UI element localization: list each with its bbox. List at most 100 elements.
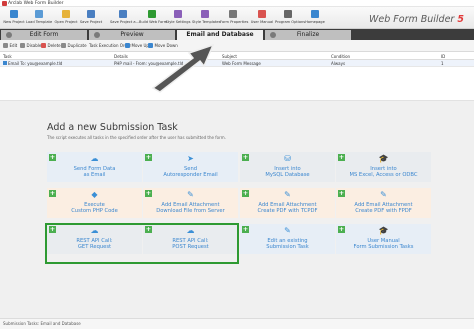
app-logo-icon [2, 1, 7, 6]
open-project-icon [62, 10, 70, 18]
add-plus-icon: + [338, 189, 345, 197]
build-icon [148, 10, 156, 18]
title-bar: Arclab Web Form Builder [0, 0, 474, 7]
card-label: Insert into MySQL Database [242, 166, 333, 178]
save-project-as-button[interactable]: Save Project a... [110, 8, 139, 28]
card-label-line2: MySQL Database [265, 172, 310, 178]
pencil-icon: ✎ [284, 226, 291, 235]
cell-details: PHP mail - From: you@example.tld [114, 61, 184, 66]
card-label: Send Form Data as Email [49, 166, 140, 178]
graduation-cap-icon: 🎓 [378, 154, 389, 163]
edit-task-button[interactable]: Edit [3, 42, 17, 50]
column-details[interactable]: Details [114, 53, 214, 60]
status-bar: Submission Tasks: Email and Database [0, 318, 474, 329]
save-project-button[interactable]: Save Project [78, 8, 104, 28]
duplicate-task-button[interactable]: Duplicate [61, 42, 87, 50]
card-label-line2: MS Excel, Access or ODBC [349, 172, 418, 178]
submission-card-send-autoresponder-email[interactable]: + ➤ Send Autoresponder Email [143, 152, 238, 182]
column-task[interactable]: Task [3, 53, 103, 60]
card-label: Add Email Attachment Create PDF with FPDF [338, 202, 429, 214]
task-toolbar: Edit Disable Delete Duplicate Task Execu… [0, 40, 474, 52]
user-manual-button[interactable]: User Manual [249, 8, 275, 28]
brand-logo: Web Form Builder 5 [369, 14, 464, 25]
homepage-button[interactable]: Homepage [302, 8, 328, 28]
save-as-icon [119, 10, 127, 18]
cell-task: Email To: you@example.tld [3, 60, 111, 67]
add-plus-icon: + [145, 189, 152, 197]
graduation-cap-icon: 🎓 [378, 226, 389, 235]
card-label: Insert into MS Excel, Access or ODBC [338, 166, 429, 178]
load-template-button[interactable]: Load Template [26, 8, 52, 28]
style-templates-button[interactable]: Style Templates [192, 8, 220, 28]
move-down-button[interactable]: Move Down [148, 42, 178, 50]
build-web-form-button[interactable]: Build Web Form [139, 8, 167, 28]
cell-subject: Web Form Message [222, 61, 261, 66]
card-label: Send Autoresponder Email [145, 166, 236, 178]
database-icon: ⛁ [284, 154, 291, 163]
program-options-button[interactable]: Program Options [275, 8, 305, 28]
submission-card-insert-into-mysql-database[interactable]: + ⛁ Insert into MySQL Database [240, 152, 335, 182]
card-label: Execute Custom PHP Code [49, 202, 140, 214]
duplicate-icon [61, 42, 66, 48]
window-title: Arclab Web Form Builder [8, 1, 64, 6]
email-icon: ☁ [90, 154, 99, 163]
arrow-up-icon [125, 42, 130, 48]
card-label-line2: Create PDF with FPDF [355, 208, 412, 214]
submission-card-user-manual-form-submission-tasks[interactable]: + 🎓 User Manual Form Submission Tasks [336, 224, 431, 254]
submission-card-add-email-attachment-download-file-from-server[interactable]: + ✎ Add Email Attachment Download File from… [143, 188, 238, 218]
submission-card-add-email-attachment-create-pdf-with-tcpdf[interactable]: + ✎ Add Email Attachment Create PDF with TC… [240, 188, 335, 218]
preview-tab-icon [94, 32, 100, 38]
homepage-icon [311, 10, 319, 18]
delete-icon [41, 42, 46, 48]
new-project-icon [10, 10, 18, 18]
arrow-down-icon [148, 42, 153, 48]
add-plus-icon: + [49, 189, 56, 197]
disable-icon [20, 42, 25, 48]
submission-card-insert-into-ms-excel-access-or-odbc[interactable]: + 🎓 Insert into MS Excel, Access or ODBC [336, 152, 431, 182]
form-properties-button[interactable]: Form Properties [220, 8, 248, 28]
card-label-line2: Submission Task [266, 244, 309, 250]
move-up-button[interactable]: Move Up [125, 42, 149, 50]
paperclip-icon: ✎ [187, 190, 194, 199]
code-icon: ◆ [91, 190, 98, 199]
card-label-line2: Autoresponder Email [163, 172, 218, 178]
rest-api-highlight [45, 223, 239, 264]
tab-preview[interactable]: Preview [89, 30, 175, 40]
tab-edit-form[interactable]: Edit Form [1, 30, 87, 40]
open-project-button[interactable]: Open Project [53, 8, 79, 28]
submission-card-send-form-data-as-email[interactable]: + ☁ Send Form Data as Email [47, 152, 142, 182]
edit-icon [3, 42, 8, 48]
card-label-line2: Form Submission Tasks [353, 244, 414, 250]
tab-email-and-database[interactable]: Email and Database [177, 30, 263, 40]
submission-card-execute-custom-php-code[interactable]: + ◆ Execute Custom PHP Code [47, 188, 142, 218]
task-grid-header: Task Details Subject Condition ID [0, 53, 474, 60]
card-label-line2: Create PDF with TCPDF [257, 208, 318, 214]
style-settings-icon [174, 10, 182, 18]
style-templates-icon [201, 10, 209, 18]
new-project-button[interactable]: New Project [1, 8, 27, 28]
column-condition[interactable]: Condition [331, 53, 431, 60]
column-subject[interactable]: Subject [222, 53, 322, 60]
panel-title: Add a new Submission Task [47, 122, 178, 133]
delete-task-button[interactable]: Delete [41, 42, 61, 50]
table-row[interactable]: Email To: you@example.tld PHP mail - Fro… [0, 60, 474, 67]
program-options-icon [284, 10, 292, 18]
save-project-icon [87, 10, 95, 18]
style-settings-button[interactable]: Style Settings [165, 8, 191, 28]
submission-card-edit-an-existing-submission-task[interactable]: + ✎ Edit an existing Submission Task [240, 224, 335, 254]
add-plus-icon: + [242, 225, 249, 233]
submission-card-add-email-attachment-create-pdf-with-fpdf[interactable]: + ✎ Add Email Attachment Create PDF with FP… [336, 188, 431, 218]
card-label: Add Email Attachment Download File from S… [145, 202, 236, 214]
column-id[interactable]: ID [441, 53, 471, 60]
cell-condition: Always [331, 61, 346, 66]
add-plus-icon: + [145, 153, 152, 161]
form-properties-icon [229, 10, 237, 18]
email-icon [3, 61, 7, 65]
tab-finalize[interactable]: Finalize [265, 30, 351, 40]
status-text: Submission Tasks: Email and Database [3, 321, 81, 326]
edit-form-tab-icon [6, 32, 12, 38]
disable-task-button[interactable]: Disable [20, 42, 41, 50]
card-label: Add Email Attachment Create PDF with TCPD… [242, 202, 333, 214]
card-label-line2: Download File from Server [156, 208, 225, 214]
add-plus-icon: + [242, 153, 249, 161]
